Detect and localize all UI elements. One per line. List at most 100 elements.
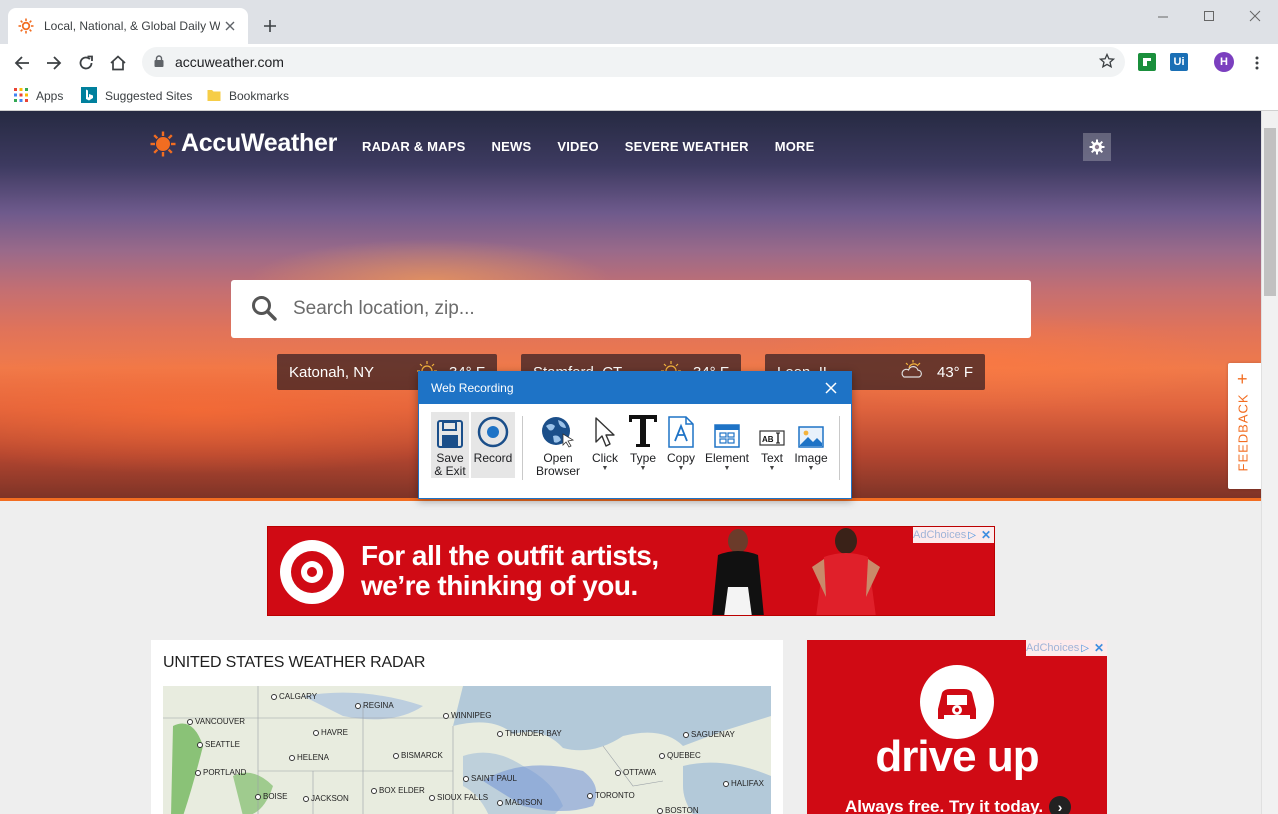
nav-severe-weather[interactable]: SEVERE WEATHER bbox=[625, 139, 749, 154]
record-button[interactable]: Record bbox=[471, 412, 515, 478]
click-button[interactable]: Click ▼ bbox=[590, 412, 620, 482]
ad-models-image bbox=[712, 528, 880, 615]
button-label: Image bbox=[794, 451, 828, 465]
dialog-titlebar[interactable]: Web Recording bbox=[419, 372, 851, 404]
map-city: SAGUENAY bbox=[683, 730, 735, 739]
settings-gear-icon[interactable] bbox=[1083, 133, 1111, 161]
save-exit-button[interactable]: Save & Exit bbox=[431, 412, 469, 478]
folder-icon bbox=[207, 88, 221, 105]
button-label: Text bbox=[760, 451, 783, 465]
element-button[interactable]: Element ▼ bbox=[703, 412, 751, 482]
menu-kebab-icon[interactable] bbox=[1244, 50, 1270, 76]
map-city: BOX ELDER bbox=[371, 786, 425, 795]
bookmark-label: Suggested Sites bbox=[105, 89, 193, 103]
map-city: BOISE bbox=[255, 792, 287, 801]
bookmark-label: Apps bbox=[36, 89, 64, 103]
open-browser-button[interactable]: Open Browser bbox=[531, 412, 585, 482]
target-drive-up-ad[interactable]: drive up Always free. Try it today. › AdC… bbox=[807, 640, 1107, 814]
extension-green-icon[interactable] bbox=[1138, 53, 1156, 71]
location-search-box[interactable] bbox=[231, 280, 1031, 338]
text-icon: AB bbox=[759, 412, 785, 448]
profile-avatar[interactable]: H bbox=[1214, 52, 1234, 72]
map-city: SIOUX FALLS bbox=[429, 793, 488, 802]
dropdown-arrow-icon: ▼ bbox=[601, 465, 609, 472]
close-tab-icon[interactable] bbox=[222, 18, 238, 34]
adchoices-icon: ▷ bbox=[1081, 642, 1089, 654]
tab-title: Local, National, & Global Daily W bbox=[44, 19, 220, 33]
map-city: QUEBEC bbox=[659, 751, 701, 760]
dropdown-arrow-icon: ▼ bbox=[768, 465, 776, 472]
dropdown-arrow-icon: ▼ bbox=[677, 465, 685, 472]
page-scrollbar[interactable] bbox=[1261, 111, 1278, 814]
scrollbar-thumb[interactable] bbox=[1264, 128, 1276, 296]
dropdown-arrow-icon: ▼ bbox=[639, 465, 647, 472]
adchoices-badge[interactable]: AdChoices ▷ ✕ bbox=[1026, 640, 1107, 656]
map-city: HALIFAX bbox=[723, 779, 764, 788]
reload-button[interactable] bbox=[73, 50, 99, 76]
bookmark-apps[interactable]: Apps bbox=[14, 85, 63, 107]
nav-more[interactable]: MORE bbox=[775, 139, 815, 154]
home-button[interactable] bbox=[105, 50, 131, 76]
bing-icon bbox=[81, 86, 97, 106]
new-tab-button[interactable] bbox=[258, 14, 282, 38]
svg-text:AB: AB bbox=[762, 435, 774, 444]
maximize-button[interactable] bbox=[1186, 4, 1232, 28]
bookmark-star-icon[interactable] bbox=[1098, 52, 1116, 72]
back-button[interactable] bbox=[9, 50, 35, 76]
bookmark-bookmarks-folder[interactable]: Bookmarks bbox=[207, 85, 289, 107]
nav-video[interactable]: VIDEO bbox=[557, 139, 598, 154]
save-icon bbox=[437, 412, 463, 448]
nav-radar-maps[interactable]: RADAR & MAPS bbox=[362, 139, 466, 154]
map-city: JACKSON bbox=[303, 794, 349, 803]
minimize-button[interactable] bbox=[1140, 4, 1186, 28]
browser-tab[interactable]: Local, National, & Global Daily W bbox=[8, 8, 248, 44]
adchoices-badge[interactable]: AdChoices ▷ ✕ bbox=[913, 527, 994, 543]
close-dialog-icon[interactable] bbox=[811, 372, 851, 404]
browser-toolbar: accuweather.com Ui H bbox=[0, 44, 1278, 80]
map-city: SAINT PAUL bbox=[463, 774, 517, 783]
text-button[interactable]: AB Text ▼ bbox=[757, 412, 787, 482]
brand-name: AccuWeather bbox=[181, 129, 338, 157]
recording-toolbar: Save & Exit Record Open Browser Click ▼ bbox=[419, 404, 851, 498]
record-icon bbox=[477, 412, 509, 448]
map-city: BISMARCK bbox=[393, 751, 443, 760]
radar-map[interactable]: CALGARY REGINA WINNIPEG VANCOUVER HAVRE … bbox=[163, 686, 771, 814]
target-car-logo bbox=[920, 665, 994, 739]
forward-button[interactable] bbox=[41, 50, 67, 76]
close-ad-icon[interactable]: ✕ bbox=[1094, 641, 1104, 655]
url-text: accuweather.com bbox=[175, 54, 284, 70]
button-label: Element bbox=[704, 451, 750, 465]
feedback-label: FEEDBACK bbox=[1235, 393, 1251, 472]
feedback-tab[interactable]: + FEEDBACK bbox=[1228, 363, 1261, 489]
nav-news[interactable]: NEWS bbox=[492, 139, 532, 154]
close-ad-icon[interactable]: ✕ bbox=[981, 528, 991, 542]
close-window-button[interactable] bbox=[1232, 4, 1278, 28]
ad-tagline: Always free. Try it today. › bbox=[845, 796, 1072, 814]
map-city: REGINA bbox=[355, 701, 394, 710]
search-icon bbox=[251, 295, 277, 324]
type-icon bbox=[628, 412, 658, 448]
ad-headline-line1: For all the outfit artists, bbox=[361, 540, 659, 571]
partly-cloudy-icon bbox=[899, 360, 927, 384]
apps-grid-icon bbox=[14, 87, 28, 105]
type-button[interactable]: Type ▼ bbox=[627, 412, 659, 482]
search-input[interactable] bbox=[293, 298, 993, 320]
copy-button[interactable]: Copy ▼ bbox=[665, 412, 697, 482]
bookmarks-bar: Apps Suggested Sites Bookmarks bbox=[0, 80, 1278, 111]
radar-card: UNITED STATES WEATHER RADAR CALGARY REGI… bbox=[151, 640, 783, 814]
button-label: Record bbox=[473, 451, 513, 465]
bookmark-suggested-sites[interactable]: Suggested Sites bbox=[81, 85, 192, 107]
uipath-extension-icon[interactable]: Ui bbox=[1170, 53, 1188, 71]
button-label: Type bbox=[629, 451, 656, 465]
copy-icon bbox=[668, 412, 694, 448]
main-nav: RADAR & MAPS NEWS VIDEO SEVERE WEATHER M… bbox=[362, 139, 815, 154]
map-city: OTTAWA bbox=[615, 768, 656, 777]
dropdown-arrow-icon: ▼ bbox=[807, 465, 815, 472]
address-bar[interactable]: accuweather.com bbox=[142, 47, 1125, 77]
map-city: PORTLAND bbox=[195, 768, 246, 777]
accuweather-logo[interactable]: AccuWeather bbox=[150, 129, 337, 158]
image-button[interactable]: Image ▼ bbox=[791, 412, 831, 482]
target-banner-ad[interactable]: For all the outfit artists, we’re thinki… bbox=[267, 526, 995, 616]
arrow-right-icon[interactable]: › bbox=[1049, 796, 1072, 814]
accuweather-favicon-icon bbox=[18, 18, 34, 34]
